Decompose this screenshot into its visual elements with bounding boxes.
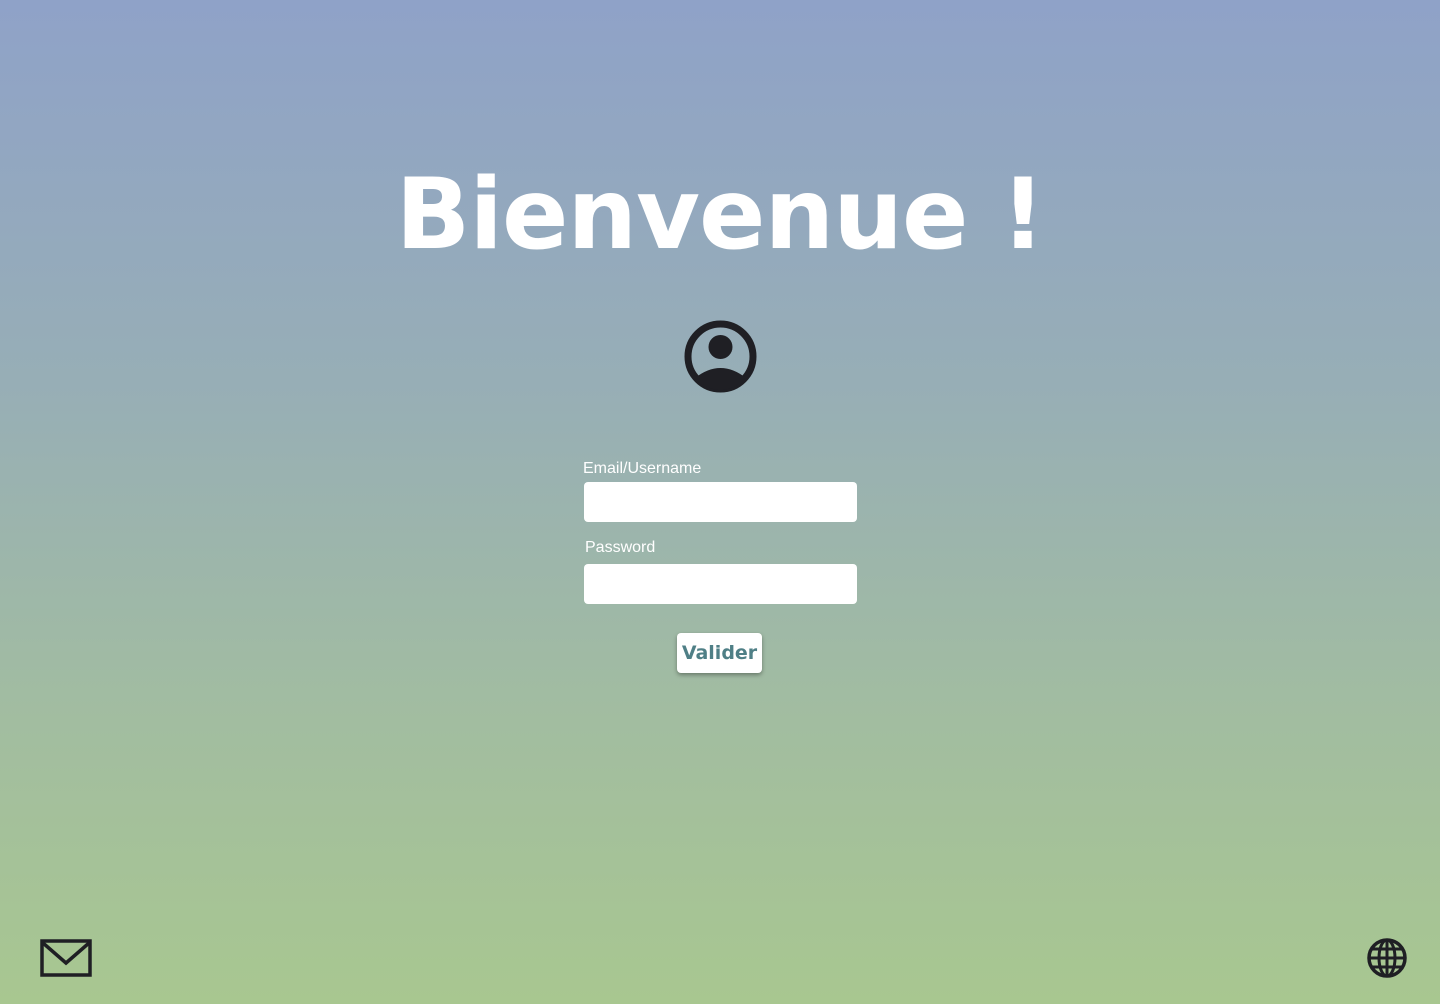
email-label: Email/Username — [583, 460, 702, 477]
globe-icon[interactable] — [1366, 937, 1408, 979]
password-input[interactable] — [584, 564, 857, 604]
password-label: Password — [585, 539, 656, 556]
mail-icon[interactable] — [40, 939, 92, 979]
page-title: Bienvenue ! — [395, 158, 1046, 272]
submit-button[interactable]: Valider — [677, 633, 762, 673]
user-avatar-icon — [684, 320, 757, 393]
email-username-input[interactable] — [584, 482, 857, 522]
